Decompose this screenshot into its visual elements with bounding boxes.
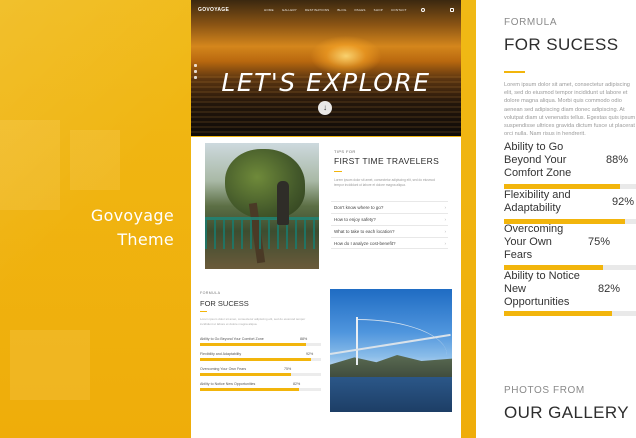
sucess-kicker: FORMULA [200,291,221,295]
skill-fill [200,343,307,346]
chevron-right-icon: › [444,217,447,222]
skill-bar: Flexibility and Adaptability 92% [200,352,321,364]
menu-item[interactable]: SHOP [374,8,383,12]
accent-divider [504,71,525,73]
sucess-section: FORMULA FOR SUCESS Lorem ipsum dolor sit… [191,271,461,438]
skill-percent: 92% [306,352,314,356]
hiker-shape [277,181,289,225]
skill-label: Ability to Notice New Opportunities [200,382,256,386]
chevron-right-icon: › [444,205,447,210]
menu-item[interactable]: DESTINATIONS [305,8,329,12]
tips-section: TIPS FOR FIRST TIME TRAVELERS Lorem ipsu… [191,137,461,271]
skill-label: Flexibility and Adaptability [504,189,571,214]
chevron-right-icon: › [444,241,447,246]
skill-track [504,311,636,316]
sucess-text: Lorem ipsum dolor sit amet, consectetur … [200,317,306,326]
water-shape [330,377,452,412]
skill-fill [504,311,613,316]
skill-percent: 75% [588,236,611,248]
gallery-title: OUR GALLERY [504,403,630,422]
faq-question: Don't know where to go? [334,205,384,210]
skill-label: Overcoming Your Own Fears [504,223,564,261]
gallery-kicker: PHOTOS FROM [504,385,585,396]
menu-item[interactable]: GALLERY [282,8,297,12]
skill-track [200,358,321,361]
faq-question: How do I analyze cost-benefit? [334,241,396,246]
skill-percent: 82% [293,382,301,386]
background-window-shape [0,120,60,210]
faq-item[interactable]: Don't know where to go? › [331,201,448,213]
hero-title: LET'S EXPLORE [221,68,431,97]
chevron-right-icon: › [444,229,447,234]
accent-divider [200,311,207,312]
tree-shape [225,149,305,219]
skill-percent: 82% [598,283,621,295]
tips-title: FIRST TIME TRAVELERS [334,156,440,166]
menu-item[interactable]: CONTACT [391,8,407,12]
bridge-photo [330,289,452,412]
skill-percent: 92% [612,196,635,208]
showcase-stage: Govoyage Theme GOVOYAGE HOME GALLERY DES… [0,0,636,438]
hero-section: GOVOYAGE HOME GALLERY DESTINATIONS BLOG … [191,0,461,136]
panel-kicker: FORMULA [504,17,558,28]
tips-text: Lorem ipsum dolor sit amet, consectetur … [334,178,435,187]
skill-bar: Ability to Go Beyond Your Comfort Zone 8… [504,141,636,189]
faq-item[interactable]: What to take to each location? › [331,225,448,237]
skill-bar: Ability to Notice New Opportunities 82% [504,270,636,320]
cart-icon[interactable] [450,8,454,12]
skill-label: Overcoming Your Own Fears [200,367,247,371]
site-logo[interactable]: GOVOYAGE [198,7,229,13]
skill-bar: Overcoming Your Own Fears 75% [504,223,636,271]
traveler-photo [205,143,319,269]
skill-label: Ability to Notice New Opportunities [504,270,580,308]
faq-item[interactable]: How do I analyze cost-benefit? › [331,237,448,249]
menu-item[interactable]: PAGES [355,8,366,12]
sucess-title: FOR SUCESS [200,299,249,308]
right-panel: FORMULA FOR SUCESS Lorem ipsum dolor sit… [476,0,636,438]
skill-label: Ability to Go Beyond Your Comfort Zone [200,337,264,341]
skill-label: Ability to Go Beyond Your Comfort Zone [504,141,572,179]
skill-percent: 88% [606,154,629,166]
main-menu: HOME GALLERY DESTINATIONS BLOG PAGES SHO… [264,8,407,12]
skill-fill [200,388,300,391]
search-icon[interactable] [421,8,425,12]
skill-track [200,343,321,346]
skill-percent: 75% [284,367,292,371]
accent-divider [334,171,342,172]
panel-text: Lorem ipsum dolor sit amet, consectetur … [504,82,636,138]
background-window-shape [70,130,120,190]
top-nav: GOVOYAGE HOME GALLERY DESTINATIONS BLOG … [191,6,461,16]
skill-bar: Overcoming Your Own Fears 75% [200,367,321,379]
bridge-railing-shape [205,217,319,249]
hills-shape [330,355,452,379]
skill-track [200,373,321,376]
background-window-shape [10,330,90,400]
skill-bar: Ability to Notice New Opportunities 82% [200,382,321,394]
skill-track [200,388,321,391]
skill-bar: Ability to Go Beyond Your Comfort Zone 8… [200,337,321,349]
skill-label: Flexibility and Adaptability [200,352,242,356]
faq-question: What to take to each location? [334,229,395,234]
skill-percent: 88% [300,337,308,341]
menu-item[interactable]: HOME [264,8,274,12]
arrow-down-icon[interactable]: ↓ [318,101,332,115]
tips-kicker: TIPS FOR [334,149,356,154]
menu-item[interactable]: BLOG [337,8,346,12]
facebook-icon[interactable] [194,64,197,67]
skill-fill [200,358,312,361]
skill-fill [200,373,291,376]
theme-name: Govoyage Theme [90,206,174,249]
panel-title: FOR SUCESS [504,35,619,54]
faq-question: How to enjoy safety? [334,217,376,222]
faq-item[interactable]: How to enjoy safety? › [331,213,448,225]
